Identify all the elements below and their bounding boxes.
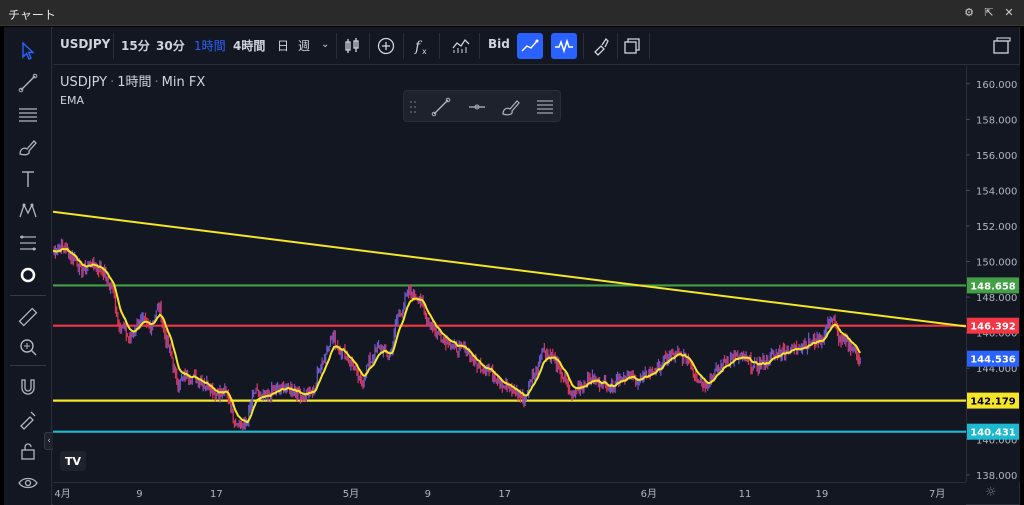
line-chart-toggle-icon[interactable] — [517, 33, 543, 59]
toolbar-divider — [113, 33, 114, 59]
toolbar-divider — [649, 33, 650, 59]
shape-circle-icon[interactable] — [12, 261, 44, 289]
chart-pane[interactable] — [53, 66, 966, 482]
floating-drawing-toolbar — [403, 90, 561, 122]
bid-ask-toggle[interactable]: Bid — [488, 37, 510, 51]
indicator-legend-ema[interactable]: EMA — [60, 94, 84, 107]
magnet-icon[interactable] — [12, 373, 44, 401]
layout-settings-icon[interactable] — [989, 33, 1015, 59]
zoom-in-icon[interactable] — [12, 333, 44, 361]
top-toolbar: USDJPY 15分 30分 1時間 4時間 日 週 ⌄ fx Bid — [53, 27, 1019, 65]
settings-icon[interactable]: ⚙ — [962, 5, 976, 19]
interval-15m[interactable]: 15分 — [121, 37, 150, 54]
symbol-search-button[interactable]: USDJPY — [60, 37, 110, 51]
pattern-tool-icon[interactable] — [12, 197, 44, 225]
legend-source: Min FX — [161, 75, 206, 90]
horizontal-line-tool-icon[interactable] — [464, 95, 490, 119]
eye-icon[interactable] — [12, 469, 44, 497]
window-controls: ⚙ ⇱ ✕ — [962, 5, 1016, 19]
interval-day[interactable]: 日 — [277, 37, 289, 54]
indicators-fx-icon[interactable]: fx — [409, 33, 435, 59]
interval-dropdown-chevron-icon[interactable]: ⌄ — [321, 39, 329, 50]
toolbar-divider — [617, 33, 618, 59]
toolbar-divider — [439, 33, 440, 59]
interval-1h[interactable]: 1時間 — [194, 37, 226, 54]
ruler-icon[interactable] — [12, 303, 44, 331]
chart-legend: USDJPY · 1時間 · Min FX — [60, 75, 206, 90]
layout-copy-icon[interactable] — [619, 33, 645, 59]
lock-drawing-icon[interactable] — [12, 405, 44, 433]
tradingview-logo[interactable]: TV — [60, 451, 86, 471]
toolbar-divider — [583, 33, 584, 59]
brush-tool-icon[interactable] — [498, 95, 524, 119]
interval-30m[interactable]: 30分 — [156, 37, 185, 54]
time-axis[interactable] — [53, 482, 966, 505]
trendline-tool-icon[interactable] — [12, 69, 44, 97]
trendline-tool-icon[interactable] — [428, 95, 454, 119]
window-title: チャート — [8, 8, 56, 22]
popout-icon[interactable]: ⇱ — [982, 5, 996, 19]
fib-tool-icon[interactable] — [12, 229, 44, 257]
legend-interval: 1時間 — [117, 75, 152, 90]
fib-lines-tool-icon[interactable] — [532, 95, 558, 119]
pulse-chart-toggle-icon[interactable] — [551, 33, 577, 59]
price-axis[interactable] — [966, 66, 1020, 482]
candles-icon[interactable] — [339, 33, 365, 59]
cursor-icon[interactable] — [12, 37, 44, 65]
chart-settings-gear-icon[interactable]: ☼ — [985, 485, 997, 500]
brush-icon[interactable] — [12, 133, 44, 161]
interval-week[interactable]: 週 — [298, 37, 310, 54]
toolbar-divider — [10, 295, 46, 296]
lock-icon[interactable] — [12, 437, 44, 465]
window-titlebar: チャート ⚙ ⇱ ✕ — [0, 0, 1024, 26]
legend-symbol: USDJPY — [60, 75, 108, 90]
clear-drawings-brush-icon[interactable] — [588, 33, 614, 59]
toolbar-divider — [369, 33, 370, 59]
toolbar-divider — [10, 365, 46, 366]
interval-4h[interactable]: 4時間 — [233, 37, 265, 54]
text-tool-icon[interactable] — [12, 165, 44, 193]
indicator-template-icon[interactable] — [448, 33, 474, 59]
horizontal-lines-icon[interactable] — [12, 101, 44, 129]
drag-handle-icon[interactable] — [406, 95, 420, 119]
toolbar-divider — [336, 33, 337, 59]
toolbar-divider — [403, 33, 404, 59]
compare-add-icon[interactable] — [373, 33, 399, 59]
svg-text:x: x — [422, 47, 427, 56]
close-icon[interactable]: ✕ — [1002, 5, 1016, 19]
toolbar-divider — [479, 33, 480, 59]
